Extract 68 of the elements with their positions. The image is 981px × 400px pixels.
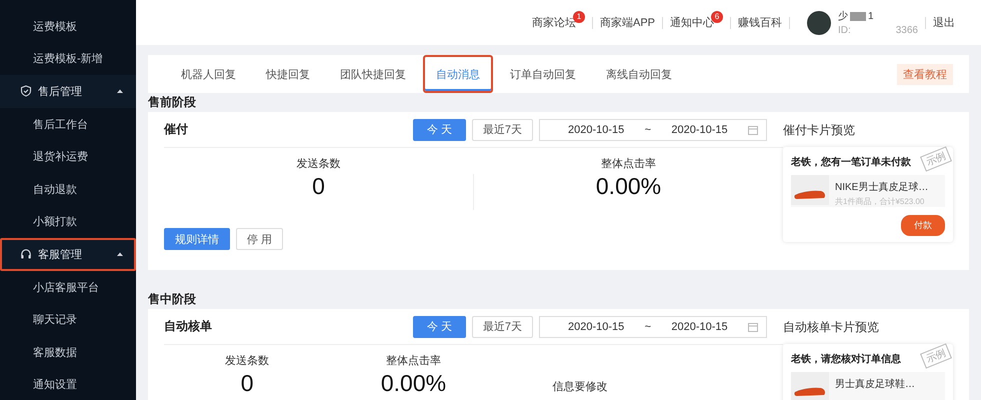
preview-title: 自动核单卡片预览: [783, 319, 880, 336]
sidebar-item[interactable]: 运费模板: [0, 10, 136, 43]
caret-icon: [116, 88, 124, 94]
tab[interactable]: 机器人回复: [168, 55, 249, 93]
pay-button[interactable]: 付款: [901, 215, 945, 236]
sidebar-item[interactable]: 运费模板-新增: [0, 42, 136, 76]
section-title: 售前阶段: [148, 94, 197, 111]
avatar[interactable]: [807, 10, 831, 34]
tab[interactable]: 团队快捷回复: [327, 55, 419, 93]
range-button[interactable]: 最近7天: [472, 118, 533, 140]
stat-value: 0: [240, 370, 254, 396]
stat-value: 0: [312, 173, 325, 199]
preview-message: 老铁，请您核对订单信息: [791, 352, 901, 366]
stat-label: 发送条数: [296, 157, 340, 171]
date-range-field[interactable]: 2020-10-15 ~ 2020-10-15: [539, 316, 767, 338]
range-button[interactable]: 今 天: [412, 316, 466, 338]
card-title: 自动核单: [164, 318, 213, 335]
top-link[interactable]: 通知中心: [670, 15, 714, 30]
top-link[interactable]: 商家端APP: [600, 15, 655, 30]
tab[interactable]: 离线自动回复: [593, 55, 685, 93]
user-name: 1: [868, 10, 874, 22]
preview-message: 老铁，您有一笔订单未付款: [791, 156, 911, 169]
stat-label: 整体点击率: [386, 354, 441, 368]
stat-label: 整体点击率: [601, 156, 656, 171]
sidebar-item[interactable]: 自动退款: [0, 172, 136, 206]
preview-title: 催付卡片预览: [783, 122, 856, 139]
sidebar-item[interactable]: 通知设置: [0, 368, 136, 400]
calendar-icon: [748, 124, 758, 134]
sidebar-item[interactable]: 客服数据: [0, 336, 136, 369]
range-button[interactable]: 今 天: [412, 118, 466, 140]
notification-badge: 6: [711, 10, 723, 22]
shield-icon: [20, 85, 32, 98]
product-name: NIKE男士真皮足球…: [835, 180, 928, 194]
tab[interactable]: 自动消息: [423, 55, 493, 93]
headset-icon: [20, 248, 32, 260]
stat-label: 发送条数: [225, 354, 270, 368]
sidebar-group-label: 售后管理: [38, 84, 83, 99]
top-link[interactable]: 赚钱百科: [738, 15, 782, 30]
user-id: 3366: [896, 25, 918, 36]
sidebar-item[interactable]: 聊天记录: [0, 303, 136, 336]
sidebar-item[interactable]: 售后工作台: [0, 108, 136, 140]
sidebar-group-label: 客服管理: [38, 248, 83, 262]
logout-link[interactable]: 退出: [933, 15, 955, 30]
stat-value: 0.00%: [380, 370, 446, 396]
user-id-label: ID:: [838, 25, 851, 36]
calendar-icon: [748, 322, 758, 332]
sidebar-item[interactable]: 小店客服平台: [0, 270, 136, 304]
product-meta: 共1件商品，合计¥523.00: [835, 196, 926, 207]
sidebar-group-header[interactable]: 客服管理: [0, 238, 136, 271]
range-button[interactable]: 最近7天: [472, 316, 533, 338]
redaction-block: [850, 12, 866, 20]
action-button[interactable]: 停 用: [236, 228, 284, 250]
sidebar-group-header[interactable]: 售后管理: [0, 75, 136, 108]
action-button[interactable]: 规则详情: [164, 228, 230, 250]
sidebar-item[interactable]: 退货补运费: [0, 140, 136, 173]
tab[interactable]: 快捷回复: [253, 55, 323, 93]
user-name: 少: [838, 10, 848, 23]
card-title: 催付: [164, 121, 189, 138]
date-range-field[interactable]: 2020-10-15 ~ 2020-10-15: [539, 118, 767, 140]
stat-label: 信息要修改: [552, 380, 608, 394]
sidebar-item[interactable]: 小额打款: [0, 206, 136, 238]
section-title: 售中阶段: [148, 291, 197, 308]
stat-value: 0.00%: [596, 173, 662, 199]
caret-icon: [116, 251, 124, 258]
sample-stamp: 示例: [920, 343, 952, 369]
product-name: 男士真皮足球鞋…: [835, 378, 915, 391]
tab[interactable]: 订单自动回复: [497, 55, 589, 93]
sample-stamp: 示例: [920, 146, 952, 172]
